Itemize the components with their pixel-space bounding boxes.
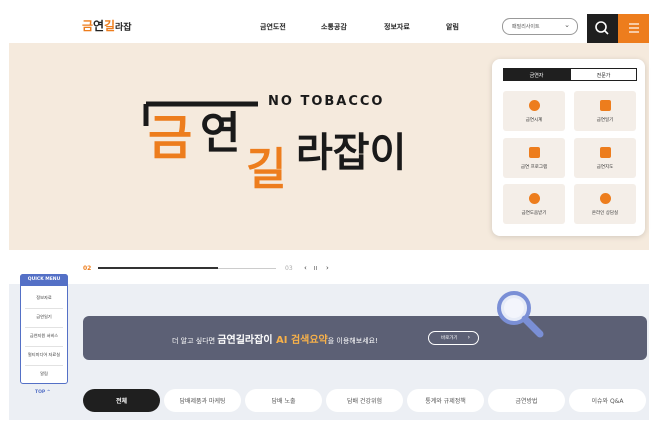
- hero-title-char-2: 연: [200, 108, 240, 159]
- menu-button[interactable]: [618, 14, 649, 43]
- family-site-select[interactable]: 패밀리사이트 ⌄: [502, 18, 578, 35]
- slide-progress-fill: [98, 267, 218, 269]
- slide-total-page: 03: [285, 265, 293, 272]
- ai-banner-text: 더 알고 싶다면 금연길라잡이 AI 검색요약을 이용해보세요!: [172, 331, 378, 346]
- category-tobacco-marketing[interactable]: 담배제품과 마케팅: [164, 389, 241, 412]
- svg-text:연: 연: [93, 18, 104, 33]
- quick-card-quit-clock[interactable]: 금연시계: [503, 91, 565, 131]
- quick-card-label: 금연지도: [596, 165, 614, 170]
- slide-current-page: 02: [83, 265, 92, 272]
- magnifier-icon: [497, 291, 544, 338]
- tab-smoker[interactable]: 금연자: [503, 68, 570, 81]
- hero-title-char-4: 라잡이: [296, 130, 406, 176]
- help-icon: [529, 193, 540, 204]
- svg-text:금: 금: [82, 19, 93, 33]
- quick-card-label: 온라인 상담실: [591, 211, 619, 216]
- quick-menu-item-info[interactable]: 정보자료: [20, 295, 68, 301]
- quick-menu-item-diary[interactable]: 금연일기: [20, 314, 68, 320]
- divider: [25, 327, 63, 328]
- quick-card-program[interactable]: 금연 프로그램: [503, 138, 565, 178]
- quick-card-map[interactable]: 금연지도: [574, 138, 636, 178]
- quick-card-help[interactable]: 금연도움받기: [503, 184, 565, 224]
- site-logo[interactable]: 금 연 길 라잡: [82, 16, 134, 33]
- category-issue-qa[interactable]: 이슈와 Q&A: [569, 389, 646, 412]
- quick-menu-item-support[interactable]: 금연지원 서비스: [20, 333, 68, 339]
- quick-menu-item-notice[interactable]: 알림: [20, 371, 68, 377]
- quick-menu-title: QUICK MENU: [20, 274, 68, 286]
- slide-next-button[interactable]: ›: [326, 264, 329, 272]
- divider: [25, 308, 63, 309]
- divider: [25, 346, 63, 347]
- category-all[interactable]: 전체: [83, 389, 160, 412]
- quick-card-online-consult[interactable]: 온라인 상담실: [574, 184, 636, 224]
- quick-card-label: 금연 프로그램: [520, 165, 548, 170]
- ai-banner-highlight: AI 검색요약: [276, 335, 328, 346]
- category-health-risk[interactable]: 담배 건강위험: [326, 389, 403, 412]
- ai-banner-suffix: 을 이용해보세요!: [327, 337, 378, 345]
- category-quit-method[interactable]: 금연방법: [488, 389, 565, 412]
- quick-card-label: 금연일기: [596, 118, 614, 123]
- ai-banner-prefix: 더 알고 싶다면: [172, 337, 218, 345]
- divider: [25, 365, 63, 366]
- nav-notice[interactable]: 알림: [446, 22, 459, 32]
- nav-info-resources[interactable]: 정보자료: [384, 22, 410, 32]
- scroll-top-button[interactable]: TOP ^: [35, 390, 51, 395]
- family-site-label: 패밀리사이트: [512, 24, 540, 30]
- hamburger-icon: [629, 23, 639, 33]
- clock-icon: [529, 100, 540, 111]
- hero-slogan: NO TOBACCO: [268, 94, 385, 109]
- category-statistics-policy[interactable]: 통계와 규제정책: [407, 389, 484, 412]
- quick-card-label: 금연도움받기: [521, 211, 547, 216]
- hero-title-char-3: 길: [246, 144, 286, 195]
- svg-text:라잡: 라잡: [115, 21, 132, 33]
- quick-card-label: 금연시계: [525, 118, 543, 123]
- diary-icon: [600, 100, 611, 111]
- quick-card-diary[interactable]: 금연일기: [574, 91, 636, 131]
- hero-title-char-1: 금: [148, 110, 192, 166]
- hero-title-graphic: 금 연 길 라잡이: [143, 101, 406, 195]
- quick-menu-item-multimedia[interactable]: 멀티미디어 자료실: [20, 352, 68, 358]
- nav-communication[interactable]: 소통공감: [321, 22, 347, 32]
- map-icon: [600, 147, 611, 158]
- ai-shortcut-button[interactable]: 바로가기 ›: [428, 331, 479, 345]
- chevron-down-icon: ⌄: [564, 21, 570, 29]
- chevron-right-icon: ›: [467, 334, 470, 341]
- quick-menu: [20, 274, 68, 384]
- category-exposure[interactable]: 담배 노출: [245, 389, 322, 412]
- ai-shortcut-label: 바로가기: [441, 336, 458, 341]
- search-icon: [595, 21, 609, 35]
- svg-text:길: 길: [104, 19, 115, 33]
- slide-prev-button[interactable]: ‹: [304, 264, 307, 272]
- ai-banner-brand: 금연길라잡이: [217, 335, 277, 346]
- tab-expert[interactable]: 전문가: [570, 68, 637, 81]
- search-button[interactable]: [587, 14, 618, 43]
- slide-pause-button[interactable]: II: [314, 266, 317, 272]
- nav-quit-challenge[interactable]: 금연도전: [260, 22, 286, 32]
- calendar-icon: [529, 147, 540, 158]
- chat-icon: [600, 193, 611, 204]
